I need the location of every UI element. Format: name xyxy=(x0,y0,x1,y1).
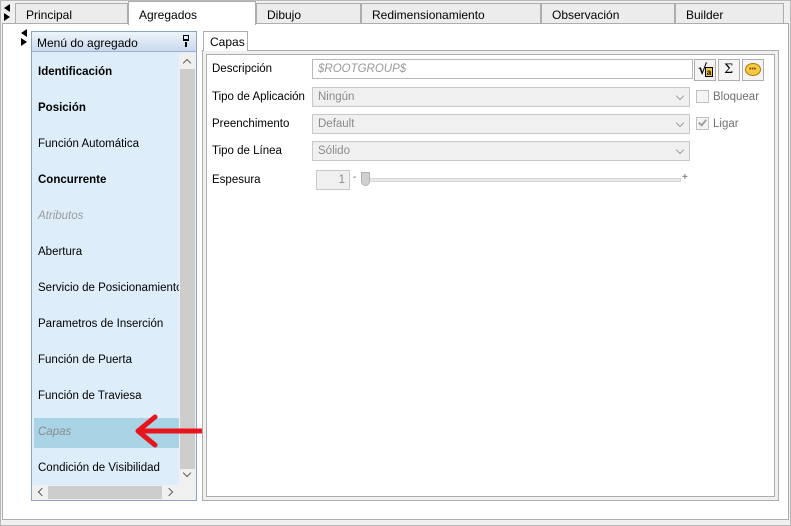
tipo-linea-select[interactable]: Sólido xyxy=(312,141,690,161)
preenchimento-select[interactable]: Default xyxy=(312,114,690,134)
slider-plus-label: + xyxy=(682,172,688,183)
tipo-linea-value: Sólido xyxy=(318,145,350,157)
preenchimento-label: Preenchimento xyxy=(212,118,290,130)
tab-scroll-arrows[interactable] xyxy=(3,3,13,21)
tab-builder[interactable]: Builder xyxy=(675,3,784,24)
tipo-aplicacion-value: Ningún xyxy=(318,91,355,103)
sum-button[interactable]: Σ xyxy=(718,59,740,81)
descripcion-label: Descripción xyxy=(212,63,273,75)
tab-capas[interactable]: Capas xyxy=(203,31,248,51)
formula-button[interactable]: √ a xyxy=(694,59,716,81)
menu-item-abertura[interactable]: Abertura xyxy=(34,238,179,268)
bloquear-label: Bloquear xyxy=(713,91,760,103)
menu-horizontal-scrollbar[interactable] xyxy=(32,485,179,500)
tipo-aplicacion-select[interactable]: Ningún xyxy=(312,87,690,107)
menu-header: Menú do agregado xyxy=(32,32,196,52)
menu-title: Menú do agregado xyxy=(37,36,138,50)
menu-collapse-right-icon[interactable] xyxy=(21,38,27,46)
ligar-checkbox[interactable] xyxy=(696,117,709,130)
menu-item-parametros-insercion[interactable]: Parametros de Inserción xyxy=(34,310,179,340)
main-tab-bar: Principal Agregados Dibujo Redimensionam… xyxy=(1,1,790,25)
scroll-down-icon[interactable] xyxy=(182,468,192,478)
menu-item-posicion[interactable]: Posición xyxy=(34,94,179,124)
tab-redimensionamiento[interactable]: Redimensionamiento xyxy=(361,3,541,24)
tab-agregados[interactable]: Agregados xyxy=(128,1,256,25)
preenchimento-value: Default xyxy=(318,118,355,130)
tab-dibujo[interactable]: Dibujo xyxy=(256,3,361,24)
chevron-down-icon xyxy=(675,145,685,155)
comment-icon: • • • xyxy=(745,63,761,76)
descripcion-input[interactable]: $ROOTGROUP$ xyxy=(312,59,693,79)
menu-item-servicio-posicionamiento[interactable]: Servicio de Posicionamiento xyxy=(34,274,179,304)
scroll-corner xyxy=(179,485,196,500)
tipo-linea-label: Tipo de Línea xyxy=(212,145,282,157)
menu-collapse-left-icon[interactable] xyxy=(21,29,27,37)
scroll-left-icon[interactable] xyxy=(4,4,10,12)
scroll-right-icon[interactable] xyxy=(4,13,10,21)
sigma-icon: Σ xyxy=(724,62,734,77)
menu-item-condicion-visibilidad[interactable]: Condición de Visibilidad xyxy=(34,454,179,484)
chevron-down-icon xyxy=(675,118,685,128)
menu-item-funcion-puerta[interactable]: Función de Puerta xyxy=(34,346,179,376)
menu-item-identificacion[interactable]: Identificación xyxy=(34,58,179,88)
menu-item-atributos: Atributos xyxy=(38,210,84,222)
scroll-left-chevron-icon[interactable] xyxy=(37,487,47,497)
scroll-right-chevron-icon[interactable] xyxy=(164,487,174,497)
comment-button[interactable]: • • • xyxy=(742,59,764,81)
scroll-up-icon[interactable] xyxy=(182,58,192,68)
espesura-label: Espesura xyxy=(212,174,261,186)
espesura-slider-track[interactable] xyxy=(361,178,681,182)
annotation-arrow-icon xyxy=(135,414,212,448)
chevron-down-icon xyxy=(675,91,685,101)
slider-minus-label: - xyxy=(353,172,357,183)
espesura-input[interactable]: 1 xyxy=(316,170,350,190)
pin-icon[interactable] xyxy=(182,35,190,47)
menu-item-concurrente[interactable]: Concurrente xyxy=(34,166,179,196)
check-icon xyxy=(698,117,707,127)
menu-item-funcion-automatica[interactable]: Función Automática xyxy=(34,130,179,160)
espesura-slider-thumb[interactable] xyxy=(361,172,370,186)
bloquear-checkbox[interactable] xyxy=(696,90,709,103)
ligar-label: Ligar xyxy=(713,118,739,130)
tab-principal[interactable]: Principal xyxy=(15,3,128,24)
horizontal-scroll-thumb[interactable] xyxy=(48,486,162,499)
tipo-aplicacion-label: Tipo de Aplicación xyxy=(212,91,305,103)
vertical-scroll-thumb[interactable] xyxy=(180,69,195,469)
menu-item-funcion-traviesa[interactable]: Función de Traviesa xyxy=(34,382,179,412)
tab-observacion[interactable]: Observación xyxy=(541,3,675,24)
window: Principal Agregados Dibujo Redimensionam… xyxy=(0,0,791,526)
